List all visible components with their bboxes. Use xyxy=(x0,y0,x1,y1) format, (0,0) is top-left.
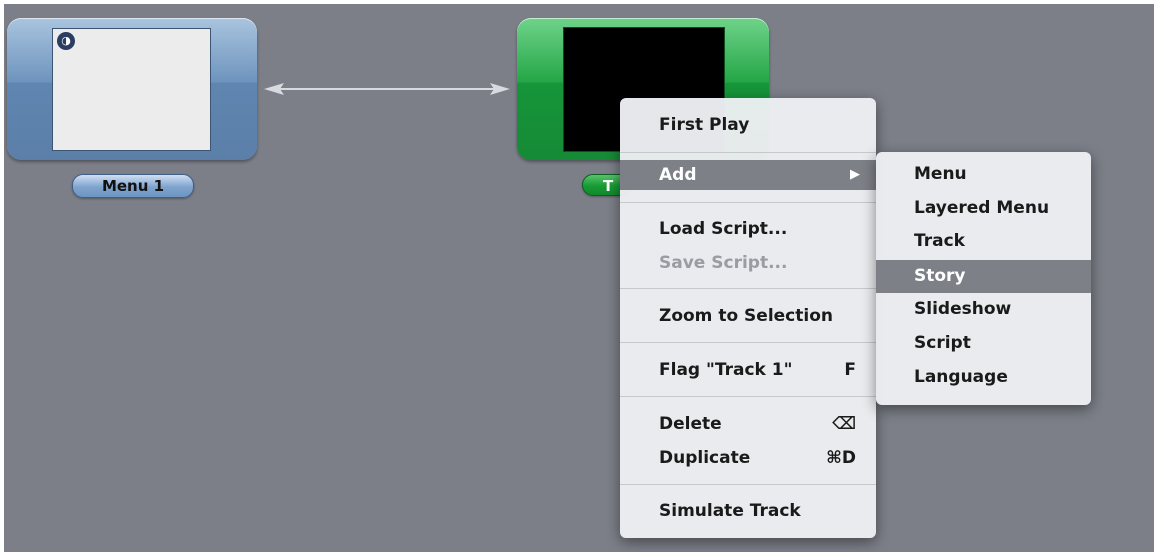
menu-item-label: Zoom to Selection xyxy=(659,306,833,326)
connector-arrow xyxy=(264,83,510,95)
separator xyxy=(620,152,876,153)
menu-item-zoom-to-selection[interactable]: Zoom to Selection xyxy=(620,301,876,331)
submenu-item-label: Story xyxy=(914,266,966,286)
menu-item-delete[interactable]: Delete ⌫ xyxy=(620,409,876,439)
menu-tile[interactable]: ◑ xyxy=(7,18,257,160)
submenu-item-label: Track xyxy=(914,231,965,251)
submenu-arrow-icon: ▶ xyxy=(850,167,860,182)
submenu-item-label: Slideshow xyxy=(914,299,1012,319)
submenu-item-script[interactable]: Script xyxy=(876,327,1091,360)
menu-item-simulate-track[interactable]: Simulate Track xyxy=(620,496,876,526)
context-menu: First Play Add ▶ Load Script... Save Scr… xyxy=(620,98,876,538)
menu-item-load-script[interactable]: Load Script... xyxy=(620,214,876,244)
menu-item-label: Add xyxy=(659,165,697,185)
submenu-item-label: Script xyxy=(914,333,971,353)
submenu-item-label: Layered Menu xyxy=(914,198,1050,218)
separator xyxy=(620,484,876,485)
menu-item-label: First Play xyxy=(659,115,750,135)
menu-thumbnail: ◑ xyxy=(52,28,211,151)
menu-item-label: Delete xyxy=(659,414,722,434)
menu-tile-label[interactable]: Menu 1 xyxy=(72,174,194,198)
submenu-item-story[interactable]: Story xyxy=(876,260,1091,293)
menu-item-label: Load Script... xyxy=(659,219,788,239)
submenu-item-label: Language xyxy=(914,367,1008,387)
menu-item-duplicate[interactable]: Duplicate ⌘D xyxy=(620,443,876,473)
menu-item-label: Save Script... xyxy=(659,253,788,273)
separator xyxy=(620,202,876,203)
menu-item-flag-track[interactable]: Flag "Track 1" F xyxy=(620,355,876,385)
shortcut-label: ⌘D xyxy=(826,448,856,468)
submenu-item-track[interactable]: Track xyxy=(876,225,1091,258)
separator xyxy=(620,342,876,343)
submenu-item-slideshow[interactable]: Slideshow xyxy=(876,293,1091,326)
menu-item-save-script: Save Script... xyxy=(620,248,876,278)
menu-item-first-play[interactable]: First Play xyxy=(620,110,876,140)
delete-key-icon: ⌫ xyxy=(831,414,856,434)
menu-item-label: Duplicate xyxy=(659,448,751,468)
submenu-item-language[interactable]: Language xyxy=(876,361,1091,394)
menu-item-add[interactable]: Add ▶ xyxy=(620,160,876,190)
menu-item-label: Simulate Track xyxy=(659,501,801,521)
dvd-icon: ◑ xyxy=(57,32,75,50)
add-submenu: Menu Layered Menu Track Story Slideshow … xyxy=(876,152,1091,405)
menu-item-label: Flag "Track 1" xyxy=(659,360,793,380)
submenu-item-menu[interactable]: Menu xyxy=(876,158,1091,191)
separator xyxy=(620,288,876,289)
graphical-view-canvas[interactable]: ◑ Menu 1 T First Play Add ▶ Load Script.… xyxy=(4,4,1154,552)
shortcut-label: F xyxy=(844,360,856,380)
separator xyxy=(620,396,876,397)
submenu-item-layered-menu[interactable]: Layered Menu xyxy=(876,192,1091,225)
submenu-item-label: Menu xyxy=(914,164,967,184)
